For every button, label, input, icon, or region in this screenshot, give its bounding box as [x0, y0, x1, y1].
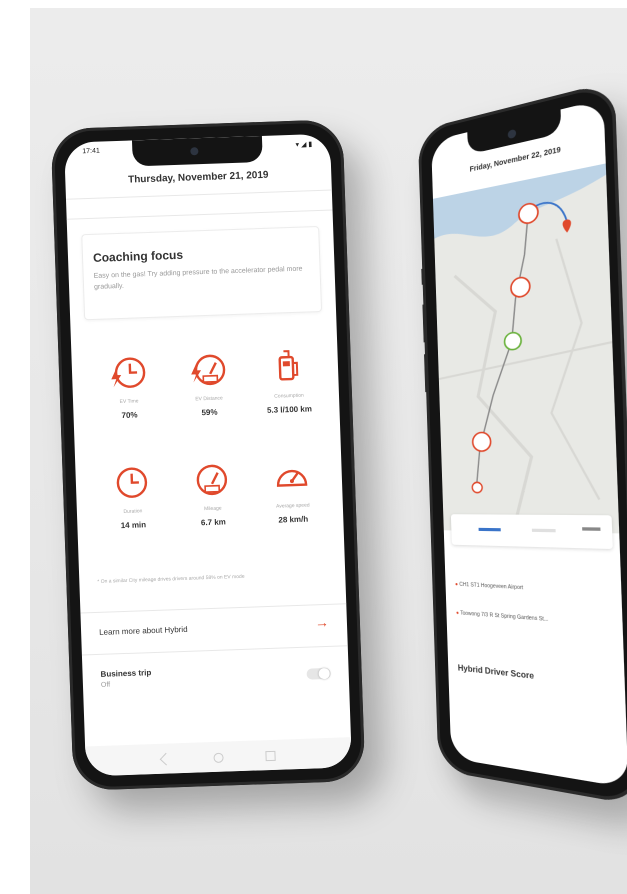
metric-label: Mileage: [204, 505, 222, 513]
business-trip-label: Business trip: [100, 668, 152, 679]
divider: [65, 189, 332, 200]
recents-icon[interactable]: [265, 750, 276, 762]
coaching-card: Coaching focus Easy on the gas! Try addi…: [81, 225, 323, 321]
front-camera: [507, 128, 517, 140]
right-phone: Friday, November 22, 2019 ● CH1 ST1 Hoog…: [417, 80, 627, 807]
route-map[interactable]: [432, 163, 620, 533]
status-time: 17:41: [82, 147, 100, 156]
clock-bolt-icon: [111, 357, 146, 388]
metric-duration: Duration 14 min: [91, 461, 173, 531]
hybrid-driver-score-title: Hybrid Driver Score: [457, 663, 535, 681]
business-trip-value: Off: [100, 681, 111, 689]
back-icon[interactable]: [159, 752, 173, 766]
clock-icon: [116, 467, 148, 498]
divider: [81, 645, 348, 656]
right-phone-screen: Friday, November 22, 2019 ● CH1 ST1 Hoog…: [431, 99, 627, 788]
home-icon[interactable]: [213, 752, 224, 763]
map-canvas: [432, 163, 620, 533]
metric-value: 6.7 km: [200, 517, 226, 528]
metric-ev-time: EV Time 70%: [87, 351, 169, 421]
front-camera: [190, 147, 199, 156]
volume-button: [421, 268, 425, 285]
route-end: ● Toowong 7/3 R St Spring Gardens St...: [456, 610, 616, 628]
android-nav-bar: [85, 737, 352, 777]
divider: [80, 603, 347, 614]
trip-date: Thursday, November 21, 2019: [127, 169, 269, 186]
metric-value: 5.3 l/100 km: [266, 404, 313, 415]
left-phone-screen: 17:41 ▾ ◢ ▮ Thursday, November 21, 2019 …: [64, 133, 352, 777]
metric-average-speed: Average speed 28 km/h: [251, 456, 333, 526]
business-trip-toggle[interactable]: [306, 667, 331, 680]
route-start-text: CH1 ST1 Hoogeveen Airport: [459, 581, 524, 592]
coaching-title: Coaching focus: [92, 247, 184, 265]
metric-label: EV Time: [119, 398, 139, 406]
metric-label: EV Distance: [195, 395, 223, 403]
metric-ev-distance: EV Distance 59%: [167, 349, 249, 419]
volume-button: [422, 304, 427, 343]
speedometer-icon: [276, 469, 308, 487]
notch: [131, 135, 263, 167]
gauge-icon: [196, 464, 228, 496]
toggle-knob: [318, 667, 330, 680]
metric-value: 28 km/h: [278, 514, 309, 525]
learn-more-link[interactable]: Learn more about Hybrid: [99, 625, 188, 637]
notch: [467, 109, 562, 155]
arrow-right-icon[interactable]: →: [315, 614, 330, 630]
battery-icon: ▾ ◢ ▮: [295, 141, 313, 149]
route-start: ● CH1 ST1 Hoogeveen Airport: [455, 581, 615, 596]
route-legend-grey: [531, 528, 556, 533]
metric-mileage: Mileage 6.7 km: [171, 458, 253, 528]
metric-value: 70%: [121, 410, 138, 420]
gauge-bolt-icon: [191, 354, 226, 386]
coaching-body: Easy on the gas! Try adding pressure to …: [93, 265, 303, 291]
metric-value: 59%: [201, 407, 218, 418]
left-phone: 17:41 ▾ ◢ ▮ Thursday, November 21, 2019 …: [50, 119, 366, 791]
metric-label: Consumption: [274, 392, 304, 400]
route-end-text: Toowong 7/3 R St Spring Gardens St...: [460, 610, 549, 624]
route-legend-blue: [478, 527, 501, 532]
metric-label: Average speed: [275, 502, 310, 510]
map-legend-card: [450, 514, 613, 550]
route-legend-dark: [582, 527, 601, 531]
metric-label: Duration: [123, 508, 143, 515]
power-button: [424, 354, 429, 393]
metric-value: 14 min: [120, 520, 147, 531]
ev-footnote: * On a similar City mileage drives drive…: [97, 573, 245, 585]
metric-consumption: Consumption 5.3 l/100 km: [247, 346, 329, 416]
divider: [66, 209, 333, 220]
fuel-pump-icon: [278, 350, 299, 381]
